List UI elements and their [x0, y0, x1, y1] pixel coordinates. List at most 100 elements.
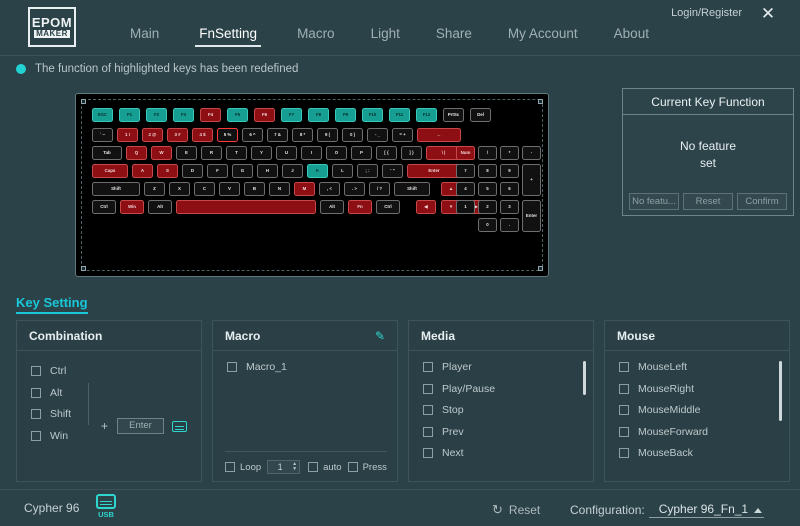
macro-item-option[interactable]: Macro_1	[227, 361, 383, 373]
press-checkbox[interactable]	[347, 462, 358, 472]
nav-item-my-account[interactable]: My Account	[508, 26, 578, 45]
reset-button[interactable]: ↻ Reset	[492, 502, 540, 518]
auto-checkbox[interactable]	[308, 462, 319, 472]
nav-item-about[interactable]: About	[614, 26, 649, 45]
loop-checkbox[interactable]	[225, 462, 235, 472]
mouse-item-option[interactable]: MouseBack	[619, 447, 775, 459]
pencil-icon[interactable]: ✎	[375, 329, 385, 343]
macro-auto-option[interactable]: auto	[308, 462, 342, 473]
key-j[interactable]: J	[282, 164, 303, 178]
modifier-option[interactable]: Alt	[31, 387, 88, 399]
close-icon[interactable]: ✕	[758, 4, 778, 24]
key-a[interactable]: A	[132, 164, 153, 178]
key-shift[interactable]: Shift	[394, 182, 430, 196]
key-space[interactable]: ] }	[401, 146, 422, 160]
key-5[interactable]: 5	[478, 182, 497, 196]
mouse-item-checkbox[interactable]	[619, 448, 629, 458]
key-ctrl[interactable]: Ctrl	[92, 200, 116, 214]
key-f3[interactable]: F3	[173, 108, 194, 122]
key-fn[interactable]: Fn	[348, 200, 372, 214]
no-feature-button[interactable]: No featu...	[629, 193, 679, 210]
key-r[interactable]: R	[201, 146, 222, 160]
modifier-checkbox[interactable]	[31, 387, 41, 398]
key-ctrl[interactable]: Ctrl	[376, 200, 400, 214]
media-item-checkbox[interactable]	[423, 383, 433, 394]
key-t[interactable]: T	[226, 146, 247, 160]
key-space[interactable]: [ {	[376, 146, 397, 160]
mouse-item-checkbox[interactable]	[619, 383, 629, 394]
key-7[interactable]: 7	[456, 164, 475, 178]
key-f5[interactable]: F5	[227, 108, 248, 122]
modifier-option[interactable]: Win	[31, 430, 88, 442]
key-8[interactable]: 8 *	[292, 128, 313, 142]
key-space[interactable]: ←	[417, 128, 461, 142]
media-item-option[interactable]: Next	[423, 447, 579, 459]
key-8[interactable]: 8	[478, 164, 497, 178]
key-space[interactable]: ` ~	[92, 128, 113, 142]
key-enter[interactable]: Enter	[407, 164, 461, 178]
key-c[interactable]: C	[194, 182, 215, 196]
key-space[interactable]: ; :	[357, 164, 378, 178]
mouse-scrollbar[interactable]	[779, 361, 782, 471]
key-k[interactable]: K	[307, 164, 328, 178]
key-v[interactable]: V	[219, 182, 240, 196]
loop-count-stepper[interactable]: 1 ▲ ▼	[267, 460, 301, 474]
key-f10[interactable]: F10	[362, 108, 383, 122]
key-space[interactable]: .	[500, 218, 519, 232]
media-item-option[interactable]: Player	[423, 361, 579, 373]
key-f9[interactable]: F9	[335, 108, 356, 122]
key-space[interactable]: / ?	[369, 182, 390, 196]
nav-item-main[interactable]: Main	[130, 26, 159, 45]
key-space[interactable]: /	[478, 146, 497, 160]
modifier-checkbox[interactable]	[31, 430, 41, 441]
key-2[interactable]: 2	[478, 200, 497, 214]
key-shift[interactable]: Shift	[92, 182, 140, 196]
media-item-checkbox[interactable]	[423, 362, 433, 372]
confirm-button[interactable]: Confirm	[737, 193, 787, 210]
key-tab[interactable]: Tab	[92, 146, 122, 160]
macro-item-checkbox[interactable]	[227, 362, 237, 372]
key-alt[interactable]: Alt	[148, 200, 172, 214]
key-space[interactable]: ' "	[382, 164, 403, 178]
key-space[interactable]: . >	[344, 182, 365, 196]
reset-key-button[interactable]: Reset	[683, 193, 733, 210]
key-3[interactable]: 3	[500, 200, 519, 214]
key-s[interactable]: S	[157, 164, 178, 178]
key-n[interactable]: N	[269, 182, 290, 196]
key-y[interactable]: Y	[251, 146, 272, 160]
modifier-option[interactable]: Shift	[31, 408, 88, 420]
keyboard-icon[interactable]	[172, 420, 187, 432]
key-5[interactable]: 5 %	[217, 128, 238, 142]
key-m[interactable]: M	[294, 182, 315, 196]
key-g[interactable]: G	[232, 164, 253, 178]
key-f6[interactable]: F6	[254, 108, 275, 122]
key-esc[interactable]: ESC	[92, 108, 113, 122]
media-item-option[interactable]: Play/Pause	[423, 383, 579, 395]
key-alt[interactable]: Alt	[320, 200, 344, 214]
key-i[interactable]: I	[301, 146, 322, 160]
login-register-link[interactable]: Login/Register	[671, 7, 742, 19]
mouse-scrollbar-thumb[interactable]	[779, 361, 782, 421]
key-f[interactable]: F	[207, 164, 228, 178]
configuration-dropdown[interactable]: Cypher 96_Fn_1	[648, 502, 765, 518]
key-space[interactable]	[176, 200, 316, 214]
key-q[interactable]: Q	[126, 146, 147, 160]
key-9[interactable]: 9 (	[317, 128, 338, 142]
key-caps[interactable]: Caps	[92, 164, 128, 178]
nav-item-light[interactable]: Light	[371, 26, 400, 45]
key-z[interactable]: Z	[144, 182, 165, 196]
key-space[interactable]: = +	[392, 128, 413, 142]
key-w[interactable]: W	[151, 146, 172, 160]
key-6[interactable]: 6	[500, 182, 519, 196]
mouse-item-option[interactable]: MouseForward	[619, 426, 775, 438]
nav-item-share[interactable]: Share	[436, 26, 472, 45]
key-f4[interactable]: F4	[200, 108, 221, 122]
key-0[interactable]: 0	[478, 218, 497, 232]
mouse-item-option[interactable]: MouseLeft	[619, 361, 775, 373]
key-p[interactable]: P	[351, 146, 372, 160]
modifier-checkbox[interactable]	[31, 409, 41, 419]
key-4[interactable]: 4 $	[192, 128, 213, 142]
key-6[interactable]: 6 ^	[242, 128, 263, 142]
key-2[interactable]: 2 @	[142, 128, 163, 142]
key-3[interactable]: 3 #	[167, 128, 188, 142]
